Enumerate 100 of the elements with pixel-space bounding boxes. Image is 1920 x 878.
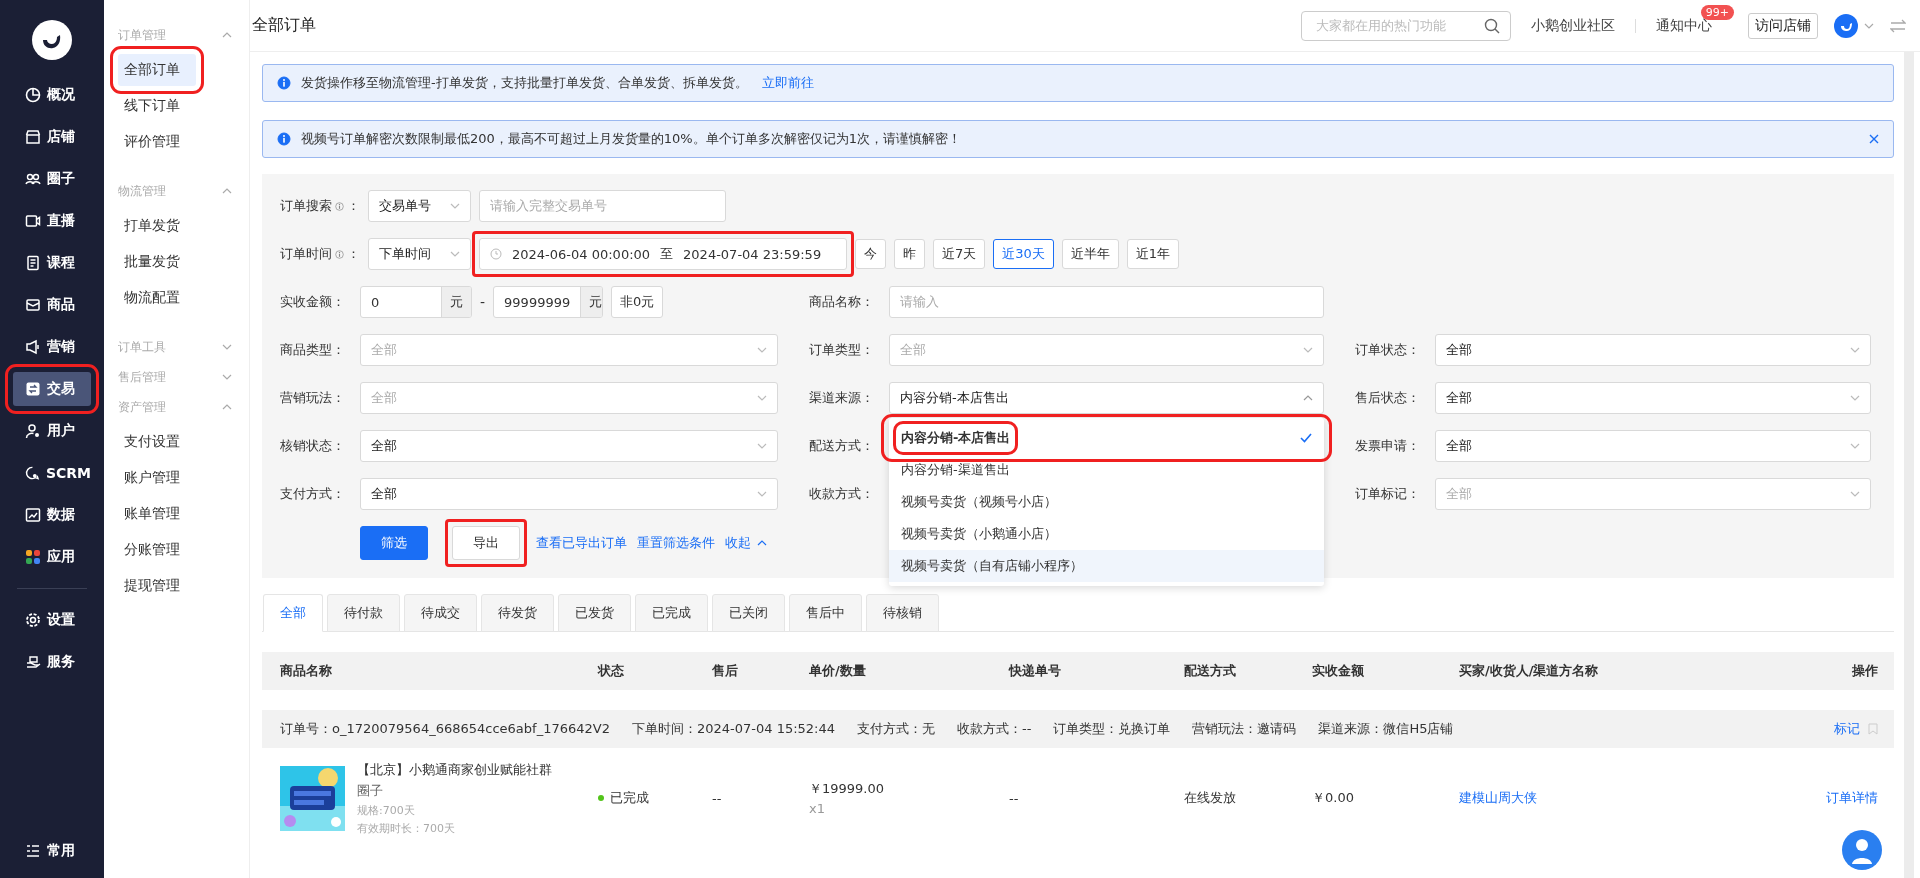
caret-icon: [757, 443, 767, 449]
mark-link[interactable]: 标记: [1834, 720, 1860, 738]
select-field[interactable]: 内容分销-本店售出: [889, 382, 1324, 414]
settings-icon: [25, 612, 41, 628]
field-label: 订单标记：: [1355, 485, 1420, 503]
buyer-link[interactable]: 建模山周大侠: [1459, 789, 1788, 807]
switch-icon[interactable]: [1890, 18, 1906, 33]
submenu-item[interactable]: 支付设置: [118, 426, 196, 458]
select-field[interactable]: 全部: [1435, 382, 1871, 414]
collapse-toggle[interactable]: 收起: [725, 534, 767, 552]
order-tab[interactable]: 待成交: [404, 594, 477, 632]
nav-item[interactable]: 数据: [13, 498, 91, 532]
submenu-item[interactable]: 线下订单: [118, 90, 196, 122]
caret-icon: [757, 540, 767, 546]
nav-item[interactable]: 常用: [13, 834, 91, 868]
order-tab[interactable]: 售后中: [789, 594, 862, 632]
info-icon: [277, 132, 291, 146]
nav-item[interactable]: 商品: [13, 288, 91, 322]
select-field[interactable]: 全部: [360, 478, 778, 510]
submenu-item[interactable]: 评价管理: [118, 126, 196, 158]
select-field[interactable]: 全部: [1435, 430, 1871, 462]
submenu-item[interactable]: 提现管理: [118, 570, 196, 602]
order-tab[interactable]: 待发货: [481, 594, 554, 632]
nav-item[interactable]: 圈子: [13, 162, 91, 196]
field-label: 营销玩法：: [280, 389, 345, 407]
select-field[interactable]: 下单时间: [368, 238, 471, 270]
dropdown-option[interactable]: 内容分销-渠道售出: [889, 454, 1324, 486]
caret-icon: [1303, 347, 1313, 353]
nav-item[interactable]: 课程: [13, 246, 91, 280]
range-separator: -: [480, 294, 486, 310]
megaphone-icon: [25, 339, 41, 355]
submenu-item[interactable]: 批量发货: [118, 246, 196, 278]
caret-icon: [1850, 491, 1860, 497]
nav-item[interactable]: 服务: [13, 645, 91, 679]
status-text: 已完成: [610, 789, 649, 807]
nav-item[interactable]: 直播: [13, 204, 91, 238]
order-meta: 订单号：o_1720079564_668654cce6abf_176642V2: [280, 720, 610, 738]
submenu-item[interactable]: 账户管理: [118, 462, 196, 494]
field-label: 支付方式：: [280, 485, 345, 503]
nonzero-button[interactable]: 非0元: [611, 286, 664, 318]
amount-field[interactable]: 0 元: [360, 286, 472, 318]
filter-button[interactable]: 筛选: [360, 526, 428, 560]
select-field[interactable]: 全部: [360, 430, 778, 462]
visit-store-button[interactable]: 访问店铺: [1748, 12, 1818, 39]
field-label: 收款方式：: [809, 485, 874, 503]
order-tab[interactable]: 已完成: [635, 594, 708, 632]
order-tab[interactable]: 已发货: [558, 594, 631, 632]
order-detail-link[interactable]: 订单详情: [1788, 789, 1878, 807]
order-tab[interactable]: 全部: [263, 594, 323, 632]
column-header: 实收金额: [1312, 662, 1365, 680]
nav-item[interactable]: 用户: [13, 414, 91, 448]
order-tab[interactable]: 已关闭: [712, 594, 785, 632]
submenu-item[interactable]: 分账管理: [118, 534, 196, 566]
dropdown-option[interactable]: 视频号卖货（视频号小店）: [889, 486, 1324, 518]
caret-icon: [1303, 395, 1313, 401]
assistant-button[interactable]: [1842, 830, 1882, 870]
order-meta: 收款方式：--: [957, 720, 1032, 738]
close-icon[interactable]: [1869, 134, 1879, 144]
dropdown-option[interactable]: 视频号卖货（自有店铺小程序）: [889, 550, 1324, 582]
order-tab[interactable]: 待核销: [866, 594, 939, 632]
nav-item[interactable]: 设置: [13, 603, 91, 637]
export-button[interactable]: 导出: [452, 526, 520, 560]
dropdown-option[interactable]: 内容分销-本店售出: [889, 422, 1324, 454]
submenu-item[interactable]: 物流配置: [118, 282, 196, 314]
date-preset-button[interactable]: 近30天: [993, 239, 1054, 269]
date-preset-button[interactable]: 今: [855, 239, 886, 269]
nav-item[interactable]: 营销: [13, 330, 91, 364]
caret-icon: [757, 347, 767, 353]
select-field[interactable]: 交易单号: [368, 190, 471, 222]
submenu-item[interactable]: 打单发货: [118, 210, 196, 242]
field-label: ：: [347, 245, 360, 263]
nav-item[interactable]: SCRM: [13, 456, 91, 490]
caret-icon: [1864, 22, 1874, 29]
field-label: 实收金额：: [280, 293, 345, 311]
notice-link[interactable]: 立即前往: [761, 74, 814, 92]
order-tab[interactable]: 待付款: [327, 594, 400, 632]
nav-item[interactable]: 店铺: [13, 120, 91, 154]
select-field[interactable]: 全部: [1435, 334, 1871, 366]
caret-icon: [222, 404, 232, 410]
info-icon: [335, 247, 344, 261]
date-range-field[interactable]: 2024-06-04 00:00:00 至 2024-07-04 23:59:59: [479, 238, 847, 270]
store-icon: [25, 129, 41, 145]
document-icon: [25, 255, 41, 271]
action-link[interactable]: 查看已导出订单: [536, 534, 627, 552]
quantity-text: x1: [809, 801, 826, 816]
dropdown-option[interactable]: 视频号卖货（小鹅通小店）: [889, 518, 1324, 550]
column-header: 售后: [712, 662, 739, 680]
community-link[interactable]: 小鹅创业社区: [1531, 16, 1615, 35]
submenu-item[interactable]: 账单管理: [118, 498, 196, 530]
action-link[interactable]: 重置筛选条件: [637, 534, 715, 552]
date-preset-button[interactable]: 近7天: [933, 239, 986, 269]
amount-field[interactable]: 99999999 元: [493, 286, 604, 318]
order-meta: 营销玩法：邀请码: [1192, 720, 1297, 738]
date-preset-button[interactable]: 近1年: [1126, 239, 1180, 269]
date-preset-button[interactable]: 昨: [894, 239, 925, 269]
caret-icon: [1850, 443, 1860, 449]
date-preset-button[interactable]: 近半年: [1061, 239, 1119, 269]
nav-item[interactable]: 概况: [13, 78, 91, 112]
avatar-icon[interactable]: [1834, 13, 1858, 38]
nav-item[interactable]: 应用: [13, 540, 91, 574]
